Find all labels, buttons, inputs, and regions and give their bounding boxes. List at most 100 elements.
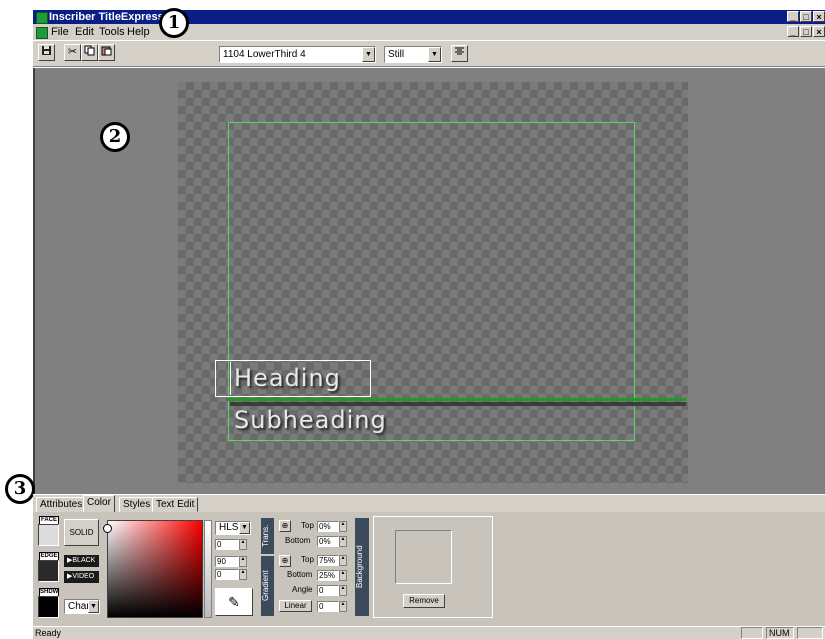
angle-value: 0 — [319, 586, 324, 595]
chevron-down-icon[interactable]: ▼ — [88, 600, 99, 613]
spin-arrows-icon[interactable]: ▲ — [239, 569, 247, 580]
template-select[interactable]: 1104 LowerThird 4 ▼ — [219, 46, 376, 63]
gradient-label: Gradient — [261, 556, 274, 616]
l-field[interactable]: 90 ▲ — [215, 556, 247, 567]
app-icon — [36, 12, 48, 24]
s-value: 0 — [217, 570, 222, 579]
video-button[interactable]: ▶VIDEO — [64, 571, 99, 583]
char-select[interactable]: Char ▼ — [64, 599, 100, 614]
status-cell-scroll — [797, 627, 823, 639]
menu-help[interactable]: Help — [127, 24, 150, 40]
trans-top-value: 0% — [319, 522, 331, 531]
callout-1: 1 — [159, 8, 189, 38]
spin-arrows-icon[interactable]: ▲ — [239, 556, 247, 567]
spin-arrows-icon[interactable]: ▲ — [339, 555, 347, 566]
solid-button[interactable]: SOLID — [64, 519, 99, 546]
chevron-down-icon[interactable]: ▼ — [428, 47, 441, 62]
shadow-swatch[interactable] — [38, 596, 59, 618]
char-select-value: Char — [68, 601, 90, 612]
spin-arrows-icon[interactable]: ▲ — [339, 536, 347, 547]
status-bar: Ready NUM — [33, 626, 825, 639]
l-value: 90 — [217, 557, 226, 566]
status-cell-caps — [741, 627, 763, 639]
h-field[interactable]: 0 ▲ — [215, 539, 247, 550]
edge-swatch[interactable] — [38, 560, 59, 582]
mode-select[interactable]: Still ▼ — [384, 46, 442, 63]
lower-third-bar[interactable] — [228, 398, 686, 401]
title-bar: Inscriber TitleExpress 1 _ □ × — [33, 10, 825, 24]
grad-top-label: Top — [301, 555, 314, 564]
grad-top-value: 75% — [319, 556, 336, 565]
tab-attributes[interactable]: Attributes — [36, 497, 87, 512]
menu-bar: File Edit Tools Help _ □ × — [33, 24, 825, 40]
remove-button[interactable]: Remove — [403, 594, 445, 608]
link-icon[interactable]: ⊕ — [279, 555, 291, 567]
tab-styles[interactable]: Styles — [119, 497, 155, 512]
trans-top-label: Top — [301, 521, 314, 530]
grad-bottom-field[interactable]: 25% ▲ — [317, 570, 347, 581]
linear-value: 0 — [319, 602, 324, 611]
eyedropper-icon[interactable]: ✎ — [215, 588, 253, 616]
background-label: Background — [355, 518, 369, 616]
color-panel: FACE EDGE SHDW SOLID ▶BLACK ▶VIDEO Char … — [33, 512, 825, 626]
paste-icon[interactable] — [98, 44, 115, 61]
face-swatch[interactable] — [38, 524, 59, 546]
trans-bottom-label: Bottom — [285, 536, 311, 545]
black-button[interactable]: ▶BLACK — [64, 555, 99, 567]
cut-icon[interactable]: ✂ — [64, 44, 81, 61]
tab-text-edit[interactable]: Text Edit — [152, 497, 199, 512]
h-value: 0 — [217, 540, 222, 549]
color-picker-handle[interactable] — [103, 524, 112, 533]
subheading-text[interactable]: Subheading — [234, 406, 387, 434]
grad-bottom-value: 25% — [319, 571, 336, 580]
spin-arrows-icon[interactable]: ▲ — [339, 570, 347, 581]
color-picker-field[interactable] — [107, 520, 203, 618]
page-margin — [0, 0, 33, 639]
callout-2: 2 — [100, 122, 130, 152]
menu-edit[interactable]: Edit — [75, 24, 94, 40]
close-button[interactable]: × — [813, 11, 825, 22]
copy-icon[interactable] — [81, 44, 98, 61]
trans-top-field[interactable]: 0% ▲ — [317, 521, 347, 532]
trans-bottom-value: 0% — [319, 537, 331, 546]
doc-restore-button[interactable]: □ — [800, 26, 812, 37]
luminance-slider[interactable] — [204, 520, 212, 618]
s-field[interactable]: 0 ▲ — [215, 569, 247, 580]
callout-3: 3 — [5, 474, 35, 504]
angle-field[interactable]: 0 ▲ — [317, 585, 347, 596]
align-center-icon[interactable] — [451, 45, 468, 62]
spin-arrows-icon[interactable]: ▲ — [239, 539, 247, 550]
trans-bottom-field[interactable]: 0% ▲ — [317, 536, 347, 547]
spin-arrows-icon[interactable]: ▲ — [339, 521, 347, 532]
save-icon[interactable] — [38, 44, 55, 61]
angle-label: Angle — [292, 585, 313, 594]
color-model-value: HLS — [219, 522, 239, 533]
mode-select-value: Still — [388, 49, 405, 60]
minimize-button[interactable]: _ — [787, 11, 799, 22]
grad-bottom-label: Bottom — [287, 570, 313, 579]
background-preview[interactable] — [395, 530, 452, 584]
spin-arrows-icon[interactable]: ▲ — [339, 601, 347, 612]
panel-tabs: Attributes Color Styles Text Edit — [33, 494, 825, 513]
doc-minimize-button[interactable]: _ — [787, 26, 799, 37]
grad-top-field[interactable]: 75% ▲ — [317, 555, 347, 566]
heading-text[interactable]: Heading — [234, 364, 341, 392]
toolbar: ✂ 1104 LowerThird 4 ▼ Still ▼ — [33, 40, 825, 67]
template-select-value: 1104 LowerThird 4 — [223, 49, 306, 60]
document-icon[interactable] — [36, 27, 48, 39]
status-text: Ready — [35, 628, 62, 638]
menu-tools[interactable]: Tools — [99, 24, 125, 40]
maximize-button[interactable]: □ — [800, 11, 812, 22]
chevron-down-icon[interactable]: ▼ — [362, 47, 375, 62]
spin-arrows-icon[interactable]: ▲ — [339, 585, 347, 596]
chevron-down-icon[interactable]: ▼ — [239, 522, 250, 534]
link-icon[interactable]: ⊕ — [279, 520, 291, 532]
tab-color[interactable]: Color — [83, 495, 115, 513]
menu-file[interactable]: File — [51, 24, 69, 40]
status-num: NUM — [766, 627, 794, 639]
linear-field[interactable]: 0 ▲ — [317, 601, 347, 612]
doc-close-button[interactable]: × — [813, 26, 825, 37]
color-model-select[interactable]: HLS ▼ — [215, 521, 251, 535]
text-cursor — [230, 362, 231, 395]
linear-button[interactable]: Linear — [279, 600, 312, 612]
